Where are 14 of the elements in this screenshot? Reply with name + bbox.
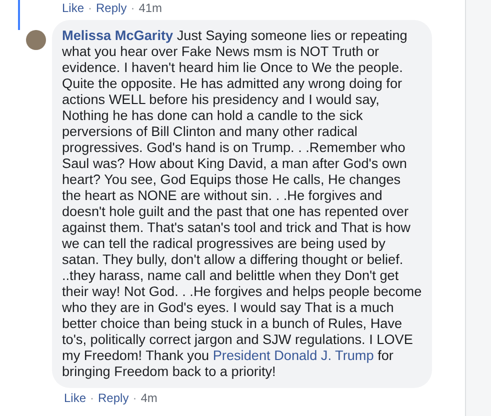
comment-action-link[interactable]: Like bbox=[62, 0, 84, 16]
separator-dot: · bbox=[132, 390, 137, 406]
comment-text: Melissa McGarity Just Saying someone lies or repeating what you hear over Fake News msm is NOT Truth or evidence. I haven't heard him lie Once to We the people. Quite the opposite. He has admitted any wrong doing for actions WELL before his presidency and I would say, Nothing he has done can hold a candle to the sick perversions of Bill Clinton and many other radical progressives. God's hand is on Trump. . .Remember who Saul was? How about King David, a man after God's own heart? You see, God Equips those He calls, He changes the heart as NONE are without sin. . .He forgives and doesn't hole guilt and the past that one has repented over against them. That's satan's tool and trick and That is how we can tell the radical progressives are being used by satan. They bully, don't allow a differing thought or belief. ..they harass, name call and belittle when they Don't get their way! Not God. . .He forgives and helps people become who they are in God's eyes. I would say That is a much better choice than being stuck in a bunch of Rules, Have to's, politically correct jargon and SJW regulations. I LOVE my Freedom! Thank you President Donald J. Trump for bringing Freedom back to a priority! bbox=[62, 28, 422, 380]
comment-action-link[interactable]: Reply bbox=[98, 390, 129, 406]
separator-dot: · bbox=[130, 0, 135, 16]
comment-time: 4m bbox=[140, 390, 158, 406]
separator-dot: · bbox=[90, 390, 94, 406]
author-link[interactable]: Melissa McGarity bbox=[62, 28, 174, 43]
avatar[interactable] bbox=[26, 30, 46, 50]
separator-dot: · bbox=[88, 0, 92, 16]
comment-action-link[interactable]: Reply bbox=[96, 0, 127, 16]
mention-link[interactable]: President Donald J. Trump bbox=[212, 348, 374, 363]
comment-time: 41m bbox=[138, 0, 162, 16]
comment-action-link[interactable]: Like bbox=[64, 390, 86, 406]
